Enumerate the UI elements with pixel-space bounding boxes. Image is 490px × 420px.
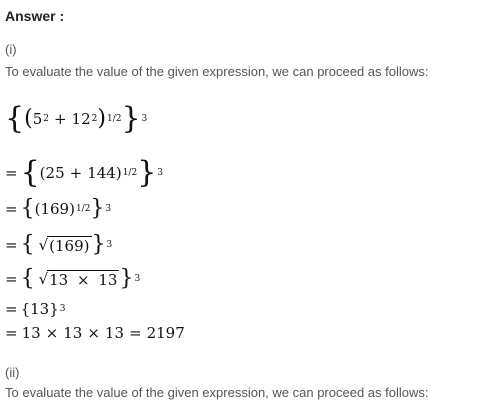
- close-brace: }: [90, 196, 105, 221]
- close-paren: ): [69, 200, 75, 218]
- close-paren: ): [83, 236, 90, 255]
- term-five: 5: [32, 110, 43, 128]
- equals-sign: =: [129, 324, 142, 342]
- close-paren: ): [115, 164, 122, 182]
- step-6: = { 13 } 3: [5, 300, 66, 318]
- term-13: 13: [21, 324, 41, 342]
- open-paren: (: [24, 106, 33, 131]
- times-sign: ×: [45, 324, 59, 342]
- exp-three: 3: [105, 204, 112, 214]
- step-7: = 13 × 13 × 13 = 2197: [5, 324, 185, 342]
- step-5: = { √ 13 × 13 } 3: [5, 268, 140, 290]
- close-brace: }: [91, 232, 106, 257]
- term-13: 13: [104, 324, 125, 342]
- equals-sign: =: [5, 236, 18, 254]
- term-13: 13: [98, 270, 118, 289]
- part-intro-ii: To evaluate the value of the given expre…: [5, 385, 429, 400]
- part-intro-i: To evaluate the value of the given expre…: [5, 64, 429, 79]
- exp-three: 3: [134, 274, 141, 284]
- close-brace: }: [137, 155, 157, 190]
- times-sign: ×: [87, 324, 100, 342]
- term-13: 13: [49, 270, 69, 289]
- term-13: 13: [63, 324, 83, 342]
- times-sign: ×: [77, 270, 90, 289]
- close-paren: ): [97, 106, 106, 131]
- term-twelve: 12: [71, 110, 91, 128]
- exp-half: 1/2: [106, 114, 122, 124]
- step-2: = { ( 25 + 144 ) 1/2 } 3: [5, 158, 163, 188]
- exp-three: 3: [157, 168, 164, 178]
- open-brace: {: [20, 266, 35, 291]
- exp-three: 3: [59, 304, 66, 314]
- close-brace: }: [121, 101, 141, 136]
- radicand: 13 × 13: [47, 269, 120, 289]
- term-144: 144: [87, 164, 116, 182]
- close-brace: }: [49, 300, 59, 318]
- open-brace: {: [20, 300, 31, 318]
- open-brace: {: [5, 101, 25, 136]
- exp-half: 1/2: [122, 168, 138, 178]
- equals-sign: =: [5, 200, 18, 218]
- step-1: { ( 52 + 12 2 ) 1/2 } 3: [5, 104, 147, 134]
- term-169: 169: [55, 236, 84, 255]
- equals-sign: =: [5, 164, 18, 182]
- open-brace: {: [20, 232, 35, 257]
- result-2197: 2197: [146, 324, 185, 342]
- exp-three: 3: [141, 114, 148, 124]
- step-4: = { √ (169) } 3: [5, 234, 112, 256]
- part-label-ii: (ii): [5, 365, 20, 380]
- exp-two: 2: [43, 114, 49, 124]
- close-brace: }: [119, 266, 134, 291]
- step-3: = { ( 169 ) 1/2 } 3: [5, 198, 111, 220]
- equals-sign: =: [5, 324, 18, 342]
- plus-sign: +: [69, 164, 83, 182]
- term-169: 169: [40, 200, 70, 218]
- term-13: 13: [30, 300, 50, 318]
- exp-half: 1/2: [75, 204, 91, 214]
- equals-sign: =: [5, 270, 18, 288]
- open-brace: {: [20, 155, 40, 190]
- plus-sign: +: [53, 110, 67, 128]
- open-brace: {: [20, 196, 35, 221]
- exp-three: 3: [106, 240, 113, 250]
- equals-sign: =: [5, 300, 18, 318]
- part-label-i: (i): [5, 42, 17, 57]
- term-25: 25: [45, 164, 65, 182]
- radicand: (169): [47, 235, 92, 255]
- answer-heading: Answer :: [5, 8, 65, 24]
